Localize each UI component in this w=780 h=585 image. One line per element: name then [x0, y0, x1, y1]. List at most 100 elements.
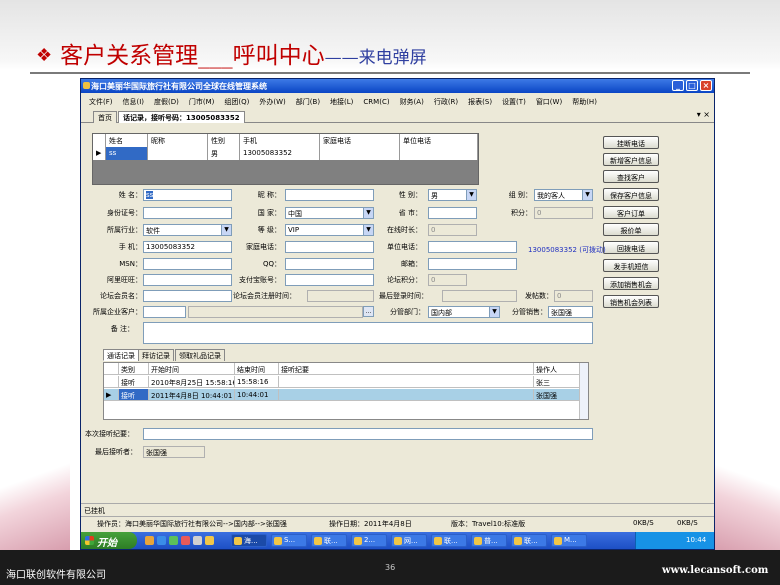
- menu-finance[interactable]: 财务(A): [400, 98, 424, 106]
- tab-gift-records[interactable]: 领取礼品记录: [175, 349, 225, 361]
- industry-select[interactable]: 软件 ▼: [143, 224, 232, 236]
- group-select[interactable]: 我的客人 ▼: [534, 189, 593, 201]
- caller-row[interactable]: ▶ ss 男 13005083352: [93, 147, 478, 160]
- menu-file[interactable]: 文件(F): [89, 98, 113, 106]
- callback-button[interactable]: 回拨电话: [603, 241, 659, 254]
- nick-label: 昵 称：: [257, 191, 281, 199]
- send-sms-button[interactable]: 发手机短信: [603, 259, 659, 272]
- caller-col-nick: 昵称: [148, 134, 208, 147]
- taskbar-item[interactable]: S...: [271, 534, 307, 547]
- sales-opportunity-list-button[interactable]: 销售机会列表: [603, 295, 659, 308]
- taskbar-item[interactable]: 联...: [511, 534, 547, 547]
- menu-help[interactable]: 帮助(H): [572, 98, 597, 106]
- gender-select[interactable]: 男 ▼: [428, 189, 477, 201]
- bullet-icon: ❖: [36, 45, 53, 66]
- menu-foreign[interactable]: 外办(W): [259, 98, 285, 106]
- menu-info[interactable]: 信息(I): [123, 98, 145, 106]
- quicklaunch-icon[interactable]: [169, 536, 178, 545]
- minimize-button[interactable]: _: [672, 80, 684, 91]
- menu-admin[interactable]: 行政(R): [434, 98, 458, 106]
- add-sales-opportunity-button[interactable]: 添加销售机会: [603, 277, 659, 290]
- menu-department[interactable]: 部门(B): [296, 98, 320, 106]
- level-select[interactable]: VIP ▼: [285, 224, 374, 236]
- records-scrollbar[interactable]: [579, 363, 588, 419]
- name-field[interactable]: ss: [143, 189, 232, 201]
- quotation-button[interactable]: 报价单: [603, 223, 659, 236]
- taskbar-item[interactable]: 普...: [471, 534, 507, 547]
- menu-reports[interactable]: 报表(S): [468, 98, 492, 106]
- maximize-button[interactable]: □: [686, 80, 698, 91]
- find-customer-button[interactable]: 查找客户: [603, 170, 659, 183]
- tab-visit-records[interactable]: 拜访记录: [138, 349, 174, 361]
- record-summary: [279, 376, 534, 388]
- company-field[interactable]: [143, 306, 186, 318]
- tab-call-record[interactable]: 话记录，接听号码：13005083352: [118, 111, 245, 123]
- hangup-button[interactable]: 挂断电话: [603, 136, 659, 149]
- taskbar-item[interactable]: 联...: [311, 534, 347, 547]
- caller-gender[interactable]: 男: [208, 147, 240, 160]
- email-field[interactable]: [428, 258, 517, 270]
- caller-nick[interactable]: [148, 147, 208, 160]
- records-col-end: 结束时间: [235, 363, 279, 375]
- mobile-field[interactable]: 13005083352: [143, 241, 232, 253]
- aliwangwang-field[interactable]: [143, 274, 232, 286]
- forum-member-field[interactable]: [143, 290, 232, 302]
- tab-call-records[interactable]: 通话记录: [103, 349, 139, 361]
- start-button[interactable]: 开始: [81, 532, 137, 549]
- customer-orders-button[interactable]: 客户订单: [603, 206, 659, 219]
- caller-home[interactable]: [320, 147, 400, 160]
- menu-settings[interactable]: 设置(T): [502, 98, 526, 106]
- dept-select[interactable]: 国内部 ▼: [428, 306, 500, 318]
- home-phone-label: 家庭电话：: [246, 243, 281, 251]
- remark-field[interactable]: [143, 322, 593, 344]
- forum-member-label: 论坛会员名：: [100, 292, 142, 300]
- taskbar-item[interactable]: M...: [551, 534, 587, 547]
- caller-work[interactable]: [400, 147, 478, 160]
- menu-vacation[interactable]: 度假(D): [154, 98, 179, 106]
- menu-store[interactable]: 门市(M): [189, 98, 215, 106]
- online-field: 0: [428, 224, 477, 236]
- save-customer-button[interactable]: 保存客户信息: [603, 188, 659, 201]
- quicklaunch-icon[interactable]: [205, 536, 214, 545]
- quicklaunch-icon[interactable]: [181, 536, 190, 545]
- menu-crm[interactable]: CRM(C): [363, 98, 389, 106]
- company-lookup-button[interactable]: …: [363, 306, 374, 317]
- chevron-down-icon: ▼: [221, 225, 231, 235]
- home-phone-field[interactable]: [285, 241, 374, 253]
- tab-home[interactable]: 首页: [93, 111, 117, 123]
- menu-window[interactable]: 窗口(W): [536, 98, 562, 106]
- taskbar-item[interactable]: 海...: [231, 534, 267, 547]
- caller-name[interactable]: ss: [106, 147, 148, 160]
- panel-close-button[interactable]: ▾ ×: [697, 110, 710, 119]
- qq-field[interactable]: [285, 258, 374, 270]
- quicklaunch-icon[interactable]: [193, 536, 202, 545]
- quicklaunch-icon[interactable]: [145, 536, 154, 545]
- add-customer-button[interactable]: 新增客户信息: [603, 153, 659, 166]
- decoration-right: [712, 430, 780, 550]
- summary-field[interactable]: [143, 428, 593, 440]
- country-select[interactable]: 中国 ▼: [285, 207, 374, 219]
- caller-mobile[interactable]: 13005083352: [240, 147, 320, 160]
- caller-col-name: 姓名: [106, 134, 148, 147]
- nick-field[interactable]: [285, 189, 374, 201]
- taskbar-item[interactable]: 网...: [391, 534, 427, 547]
- clock[interactable]: 10:44: [686, 536, 706, 544]
- menu-ground[interactable]: 地接(L): [330, 98, 353, 106]
- online-label: 在线时长：: [387, 226, 422, 234]
- province-field[interactable]: [428, 207, 477, 219]
- gender-label: 性 别：: [398, 191, 422, 199]
- work-phone-field[interactable]: [428, 241, 517, 253]
- sales-field[interactable]: 张国强: [548, 306, 593, 318]
- quicklaunch-icon[interactable]: [157, 536, 166, 545]
- system-tray: 10:44: [635, 532, 714, 549]
- id-field[interactable]: [143, 207, 232, 219]
- taskbar-item[interactable]: 联...: [431, 534, 467, 547]
- row-pointer-icon: ▶: [93, 147, 106, 160]
- callback-number-link[interactable]: 13005083352 (可拨动): [528, 245, 606, 255]
- close-button[interactable]: ×: [700, 80, 712, 91]
- alipay-field[interactable]: [285, 274, 374, 286]
- forum-points-label: 论坛积分：: [387, 276, 422, 284]
- menu-group[interactable]: 组团(Q): [224, 98, 249, 106]
- taskbar-item[interactable]: 2...: [351, 534, 387, 547]
- msn-field[interactable]: [143, 258, 232, 270]
